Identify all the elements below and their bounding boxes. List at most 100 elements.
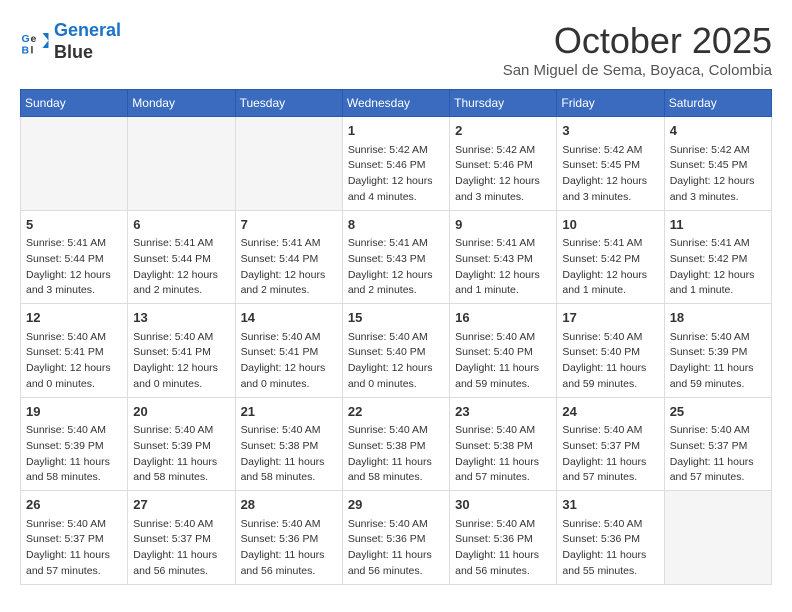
- calendar-cell: 29Sunrise: 5:40 AM Sunset: 5:36 PM Dayli…: [342, 491, 449, 585]
- day-info: Sunrise: 5:40 AM Sunset: 5:37 PM Dayligh…: [562, 423, 658, 486]
- calendar-week-1: 1 Sunrise: 5:42 AM Sunset: 5:46 PM Daylig…: [21, 117, 772, 211]
- calendar-cell: 23Sunrise: 5:40 AM Sunset: 5:38 PM Dayli…: [450, 397, 557, 491]
- day-info: Sunrise: 5:40 AM Sunset: 5:36 PM Dayligh…: [348, 517, 444, 580]
- calendar-cell: 26Sunrise: 5:40 AM Sunset: 5:37 PM Dayli…: [21, 491, 128, 585]
- calendar-cell: 3Sunrise: 5:42 AM Sunset: 5:45 PM Daylig…: [557, 117, 664, 211]
- day-info: Sunrise: 5:41 AM Sunset: 5:42 PM Dayligh…: [562, 236, 658, 299]
- day-number: 11: [670, 215, 766, 235]
- day-info: Sunrise: 5:40 AM Sunset: 5:39 PM Dayligh…: [26, 423, 122, 486]
- calendar-week-5: 26Sunrise: 5:40 AM Sunset: 5:37 PM Dayli…: [21, 491, 772, 585]
- day-number: 13: [133, 308, 229, 328]
- day-number: 4: [670, 121, 766, 141]
- calendar-cell: 2Sunrise: 5:42 AM Sunset: 5:46 PM Daylig…: [450, 117, 557, 211]
- day-number: 8: [348, 215, 444, 235]
- svg-text:B: B: [22, 44, 30, 56]
- day-info: Sunrise: 5:40 AM Sunset: 5:41 PM Dayligh…: [26, 330, 122, 393]
- calendar-body: 1 Sunrise: 5:42 AM Sunset: 5:46 PM Daylig…: [21, 117, 772, 585]
- day-info: Sunrise: 5:42 AM Sunset: 5:46 PM Dayligh…: [455, 143, 551, 206]
- day-number: 9: [455, 215, 551, 235]
- day-number: 26: [26, 495, 122, 515]
- logo-line1: General: [54, 20, 121, 40]
- day-number: 12: [26, 308, 122, 328]
- day-info: Sunrise: 5:40 AM Sunset: 5:38 PM Dayligh…: [455, 423, 551, 486]
- day-number: 6: [133, 215, 229, 235]
- calendar-week-3: 12Sunrise: 5:40 AM Sunset: 5:41 PM Dayli…: [21, 304, 772, 398]
- day-number: 16: [455, 308, 551, 328]
- day-number: 24: [562, 402, 658, 422]
- calendar-week-2: 5Sunrise: 5:41 AM Sunset: 5:44 PM Daylig…: [21, 210, 772, 304]
- svg-text:G: G: [22, 33, 30, 45]
- logo-line2: Blue: [54, 42, 93, 62]
- day-number: 2: [455, 121, 551, 141]
- day-info: Sunrise: 5:40 AM Sunset: 5:37 PM Dayligh…: [670, 423, 766, 486]
- day-number: 27: [133, 495, 229, 515]
- month-title: October 2025: [503, 20, 772, 62]
- weekday-header-thursday: Thursday: [450, 90, 557, 117]
- calendar-cell: 22Sunrise: 5:40 AM Sunset: 5:38 PM Dayli…: [342, 397, 449, 491]
- day-info: Sunrise: 5:40 AM Sunset: 5:41 PM Dayligh…: [133, 330, 229, 393]
- calendar-table: SundayMondayTuesdayWednesdayThursdayFrid…: [20, 89, 772, 585]
- location-subtitle: San Miguel de Sema, Boyaca, Colombia: [503, 62, 772, 79]
- calendar-cell: 10Sunrise: 5:41 AM Sunset: 5:42 PM Dayli…: [557, 210, 664, 304]
- calendar-cell: 8Sunrise: 5:41 AM Sunset: 5:43 PM Daylig…: [342, 210, 449, 304]
- calendar-cell: 7Sunrise: 5:41 AM Sunset: 5:44 PM Daylig…: [235, 210, 342, 304]
- calendar-cell: 20Sunrise: 5:40 AM Sunset: 5:39 PM Dayli…: [128, 397, 235, 491]
- day-info: Sunrise: 5:40 AM Sunset: 5:38 PM Dayligh…: [348, 423, 444, 486]
- day-info: Sunrise: 5:42 AM Sunset: 5:45 PM Dayligh…: [670, 143, 766, 206]
- calendar-cell: [664, 491, 771, 585]
- day-info: Sunrise: 5:40 AM Sunset: 5:36 PM Dayligh…: [241, 517, 337, 580]
- day-number: 23: [455, 402, 551, 422]
- day-number: 5: [26, 215, 122, 235]
- calendar-cell: 17Sunrise: 5:40 AM Sunset: 5:40 PM Dayli…: [557, 304, 664, 398]
- day-number: 7: [241, 215, 337, 235]
- day-number: 1: [348, 121, 444, 141]
- day-info: Sunrise: 5:40 AM Sunset: 5:37 PM Dayligh…: [26, 517, 122, 580]
- svg-text:e: e: [31, 33, 37, 45]
- day-number: 18: [670, 308, 766, 328]
- calendar-cell: 1Sunrise: 5:42 AM Sunset: 5:46 PM Daylig…: [342, 117, 449, 211]
- calendar-cell: 24Sunrise: 5:40 AM Sunset: 5:37 PM Dayli…: [557, 397, 664, 491]
- day-info: Sunrise: 5:41 AM Sunset: 5:43 PM Dayligh…: [455, 236, 551, 299]
- day-number: 19: [26, 402, 122, 422]
- calendar-cell: 21Sunrise: 5:40 AM Sunset: 5:38 PM Dayli…: [235, 397, 342, 491]
- day-info: Sunrise: 5:40 AM Sunset: 5:36 PM Dayligh…: [455, 517, 551, 580]
- calendar-cell: 5Sunrise: 5:41 AM Sunset: 5:44 PM Daylig…: [21, 210, 128, 304]
- day-number: 21: [241, 402, 337, 422]
- day-number: 14: [241, 308, 337, 328]
- day-info: Sunrise: 5:41 AM Sunset: 5:44 PM Dayligh…: [241, 236, 337, 299]
- calendar-cell: 6Sunrise: 5:41 AM Sunset: 5:44 PM Daylig…: [128, 210, 235, 304]
- day-number: 10: [562, 215, 658, 235]
- calendar-cell: 28Sunrise: 5:40 AM Sunset: 5:36 PM Dayli…: [235, 491, 342, 585]
- weekday-header-wednesday: Wednesday: [342, 90, 449, 117]
- calendar-cell: 12Sunrise: 5:40 AM Sunset: 5:41 PM Dayli…: [21, 304, 128, 398]
- calendar-cell: 19Sunrise: 5:40 AM Sunset: 5:39 PM Dayli…: [21, 397, 128, 491]
- weekday-header-saturday: Saturday: [664, 90, 771, 117]
- calendar-cell: 9Sunrise: 5:41 AM Sunset: 5:43 PM Daylig…: [450, 210, 557, 304]
- day-info: Sunrise: 5:41 AM Sunset: 5:43 PM Dayligh…: [348, 236, 444, 299]
- day-number: 28: [241, 495, 337, 515]
- svg-text:l: l: [31, 44, 34, 56]
- day-info: Sunrise: 5:41 AM Sunset: 5:44 PM Dayligh…: [26, 236, 122, 299]
- calendar-cell: 14Sunrise: 5:40 AM Sunset: 5:41 PM Dayli…: [235, 304, 342, 398]
- weekday-header-monday: Monday: [128, 90, 235, 117]
- calendar-week-4: 19Sunrise: 5:40 AM Sunset: 5:39 PM Dayli…: [21, 397, 772, 491]
- day-info: Sunrise: 5:40 AM Sunset: 5:39 PM Dayligh…: [133, 423, 229, 486]
- day-info: Sunrise: 5:40 AM Sunset: 5:37 PM Dayligh…: [133, 517, 229, 580]
- page-header: G e B l General Blue October 2025 San Mi…: [20, 20, 772, 79]
- day-number: 25: [670, 402, 766, 422]
- calendar-cell: 25Sunrise: 5:40 AM Sunset: 5:37 PM Dayli…: [664, 397, 771, 491]
- calendar-cell: 13Sunrise: 5:40 AM Sunset: 5:41 PM Dayli…: [128, 304, 235, 398]
- day-number: 29: [348, 495, 444, 515]
- logo: G e B l General Blue: [20, 20, 121, 63]
- weekday-header-sunday: Sunday: [21, 90, 128, 117]
- day-info: Sunrise: 5:41 AM Sunset: 5:42 PM Dayligh…: [670, 236, 766, 299]
- calendar-cell: [21, 117, 128, 211]
- day-number: 31: [562, 495, 658, 515]
- calendar-cell: 15Sunrise: 5:40 AM Sunset: 5:40 PM Dayli…: [342, 304, 449, 398]
- calendar-cell: 16Sunrise: 5:40 AM Sunset: 5:40 PM Dayli…: [450, 304, 557, 398]
- day-info: Sunrise: 5:40 AM Sunset: 5:40 PM Dayligh…: [455, 330, 551, 393]
- day-number: 3: [562, 121, 658, 141]
- day-info: Sunrise: 5:40 AM Sunset: 5:40 PM Dayligh…: [562, 330, 658, 393]
- day-number: 30: [455, 495, 551, 515]
- calendar-cell: 4Sunrise: 5:42 AM Sunset: 5:45 PM Daylig…: [664, 117, 771, 211]
